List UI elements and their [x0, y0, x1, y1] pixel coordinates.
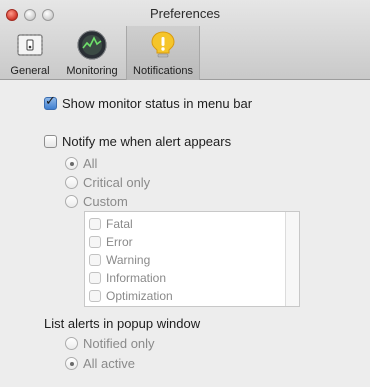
radio-custom-label: Custom: [83, 194, 128, 209]
show-status-option[interactable]: Show monitor status in menu bar: [44, 94, 253, 111]
list-item-warning[interactable]: Warning: [89, 253, 150, 267]
list-item-fatal[interactable]: Fatal: [89, 217, 133, 231]
optimization-label: Optimization: [106, 289, 173, 303]
preferences-window: Preferences General Monitoring Notificat…: [0, 0, 370, 387]
warning-label: Warning: [106, 253, 151, 267]
radio-notified-only-button[interactable]: [65, 337, 78, 350]
show-status-checkbox[interactable]: [44, 94, 57, 110]
custom-alert-list[interactable]: Fatal Error Warning Information Optimiza…: [84, 211, 300, 307]
list-item-information[interactable]: Information: [89, 271, 166, 285]
list-scrollbar[interactable]: [285, 212, 299, 306]
error-checkbox[interactable]: [89, 236, 101, 248]
error-label: Error: [106, 235, 133, 249]
radio-critical-button[interactable]: [65, 176, 78, 189]
monitor-gauge-icon: [77, 30, 107, 60]
radio-all[interactable]: All: [65, 156, 97, 171]
notify-label: Notify me when alert appears: [62, 134, 232, 149]
radio-critical-label: Critical only: [83, 175, 151, 190]
tab-general-label: General: [10, 65, 50, 77]
notify-checkbox[interactable]: [44, 135, 57, 148]
switch-icon: [17, 34, 43, 56]
information-checkbox[interactable]: [89, 272, 101, 284]
list-item-error[interactable]: Error: [89, 235, 133, 249]
radio-notified-only-label: Notified only: [83, 336, 155, 351]
tab-general[interactable]: General: [0, 26, 60, 80]
radio-notified-only[interactable]: Notified only: [65, 336, 155, 351]
tab-monitoring[interactable]: Monitoring: [60, 26, 124, 80]
list-item-optimization[interactable]: Optimization: [89, 289, 173, 303]
tab-notifications-label: Notifications: [133, 65, 193, 77]
show-status-label: Show monitor status in menu bar: [62, 96, 253, 111]
fatal-checkbox[interactable]: [89, 218, 101, 230]
radio-all-button[interactable]: [65, 157, 78, 170]
popup-heading: List alerts in popup window: [44, 316, 200, 331]
tab-monitoring-label: Monitoring: [66, 65, 118, 77]
window-title: Preferences: [149, 6, 221, 21]
radio-custom[interactable]: Custom: [65, 194, 128, 209]
notification-lightbulb-icon: [151, 31, 175, 58]
information-label: Information: [106, 271, 167, 285]
tab-notifications[interactable]: Notifications: [126, 26, 200, 80]
fatal-label: Fatal: [106, 217, 133, 231]
optimization-checkbox[interactable]: [89, 290, 101, 302]
radio-all-active[interactable]: All active: [65, 356, 135, 371]
popup-label: List alerts in popup window: [44, 316, 201, 331]
radio-critical[interactable]: Critical only: [65, 175, 150, 190]
radio-all-active-button[interactable]: [65, 357, 78, 370]
notifications-panel: Show monitor status in menu bar Notify m…: [0, 80, 370, 387]
notify-option[interactable]: Notify me when alert appears: [44, 134, 231, 149]
radio-all-active-label: All active: [83, 356, 136, 371]
warning-checkbox[interactable]: [89, 254, 101, 266]
radio-all-label: All: [83, 156, 98, 171]
radio-custom-button[interactable]: [65, 195, 78, 208]
toolbar: Preferences General Monitoring Notificat…: [0, 0, 370, 80]
